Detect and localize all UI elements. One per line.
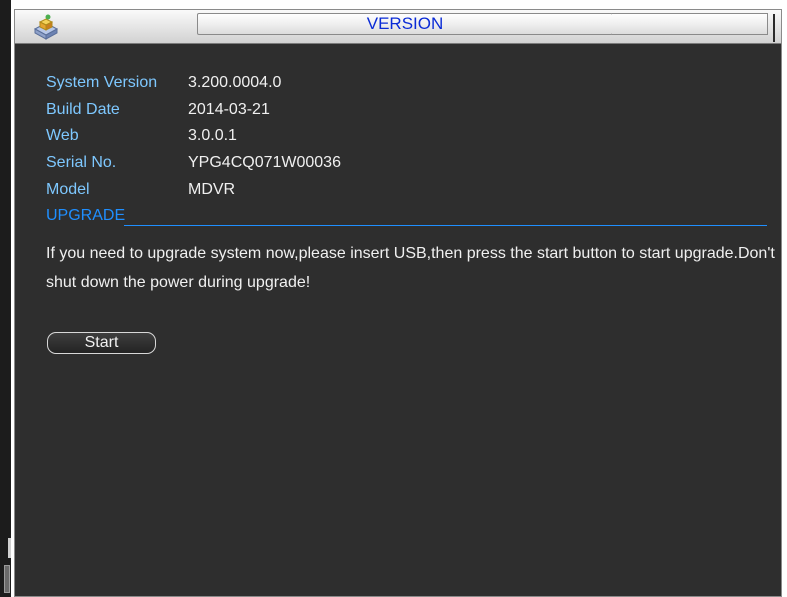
upgrade-section-heading: UPGRADE — [46, 207, 126, 224]
info-box-icon — [32, 13, 60, 41]
web-value: 3.0.0.1 — [188, 127, 237, 144]
start-button[interactable]: Start — [47, 332, 156, 354]
serial-no-label: Serial No. — [46, 154, 117, 171]
build-date-value: 2014-03-21 — [188, 101, 270, 118]
version-dialog: VERSION System Version 3.200.0004.0 Buil… — [14, 9, 782, 597]
title-bar[interactable]: VERSION — [15, 10, 781, 44]
page-title: VERSION — [366, 14, 444, 33]
edge-scroll-thumb[interactable] — [4, 565, 10, 593]
title-bar-edge — [773, 14, 775, 42]
serial-no-value: YPG4CQ071W00036 — [188, 154, 341, 171]
upgrade-divider — [124, 225, 767, 226]
model-value: MDVR — [188, 181, 236, 198]
build-date-label: Build Date — [46, 101, 120, 118]
system-version-value: 3.200.0004.0 — [188, 74, 282, 91]
upgrade-instructions: If you need to upgrade system now,please… — [46, 245, 775, 291]
left-edge-strip — [0, 0, 11, 597]
title-frame-right — [612, 13, 768, 35]
web-label: Web — [46, 127, 79, 144]
edge-handle — [8, 538, 11, 558]
model-label: Model — [46, 181, 90, 198]
screen: VERSION System Version 3.200.0004.0 Buil… — [0, 0, 787, 597]
system-version-label: System Version — [46, 74, 158, 91]
